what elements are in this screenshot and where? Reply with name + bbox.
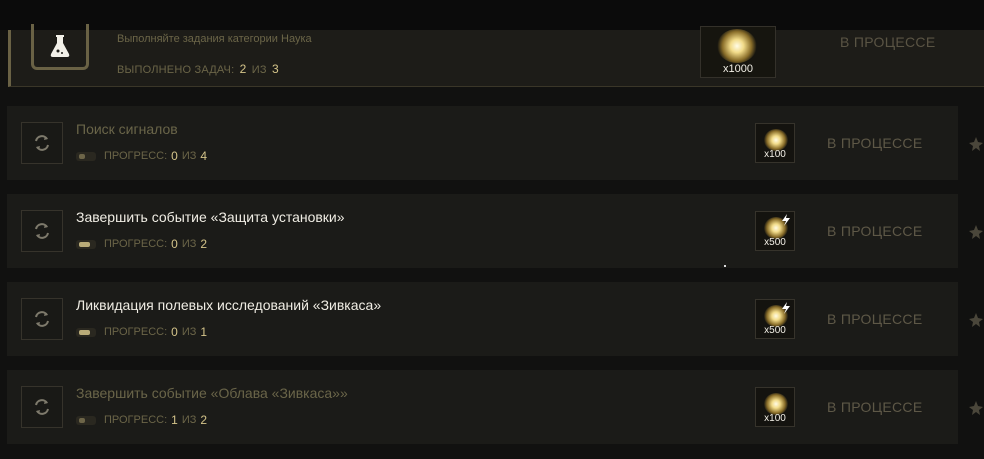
quest-row: Завершить событие «Защита установки» ПРО… bbox=[7, 194, 958, 268]
category-description: Выполняйте задания категории Наука bbox=[117, 33, 312, 45]
refresh-icon bbox=[35, 135, 49, 151]
quest-progress: ПРОГРЕСС: 0 ИЗ 1 bbox=[76, 325, 211, 339]
cursor-dot bbox=[724, 265, 726, 267]
pin-icon[interactable] bbox=[968, 400, 984, 416]
quest-status: В ПРОЦЕССЕ bbox=[827, 223, 923, 239]
quest-title: Завершить событие «Защита установки» bbox=[76, 209, 345, 225]
refresh-icon bbox=[35, 311, 49, 327]
energy-orb-icon bbox=[717, 29, 757, 63]
quest-progress: ПРОГРЕСС: 1 ИЗ 2 bbox=[76, 413, 211, 427]
refresh-button[interactable] bbox=[21, 386, 63, 428]
flask-icon bbox=[31, 24, 89, 70]
divider bbox=[775, 26, 776, 78]
refresh-icon bbox=[35, 399, 49, 415]
pin-icon[interactable] bbox=[968, 136, 984, 152]
pin-icon[interactable] bbox=[968, 312, 984, 328]
energy-orb-icon bbox=[764, 393, 788, 415]
category-status: В ПРОЦЕССЕ bbox=[840, 34, 936, 50]
progress-pill-icon bbox=[76, 415, 96, 425]
quest-status: В ПРОЦЕССЕ bbox=[827, 399, 923, 415]
quest-reward[interactable]: x100 bbox=[755, 387, 795, 427]
bolt-icon bbox=[782, 214, 790, 226]
category-card: Выполняйте задания категории Наука ВЫПОЛ… bbox=[8, 24, 984, 87]
quest-status: В ПРОЦЕССЕ bbox=[827, 135, 923, 151]
pin-icon[interactable] bbox=[968, 224, 984, 240]
category-reward[interactable]: x1000 bbox=[700, 26, 776, 78]
progress-pill-icon bbox=[76, 239, 96, 249]
progress-pill-icon bbox=[76, 151, 96, 161]
quest-title: Завершить событие «Облава «Зивкаса»» bbox=[76, 385, 348, 401]
quest-row: Поиск сигналов ПРОГРЕСС: 0 ИЗ 4 x100 В П… bbox=[7, 106, 958, 180]
energy-orb-icon bbox=[764, 129, 788, 151]
quest-reward[interactable]: x100 bbox=[755, 123, 795, 163]
quest-row: Ликвидация полевых исследований «Зивкаса… bbox=[7, 282, 958, 356]
bolt-icon bbox=[782, 302, 790, 314]
top-bar bbox=[0, 0, 984, 30]
refresh-button[interactable] bbox=[21, 210, 63, 252]
quest-reward[interactable]: x500 bbox=[755, 299, 795, 339]
quest-row: Завершить событие «Облава «Зивкаса»» ПРО… bbox=[7, 370, 958, 444]
quest-reward[interactable]: x500 bbox=[755, 211, 795, 251]
progress-pill-icon bbox=[76, 327, 96, 337]
quest-title: Поиск сигналов bbox=[76, 121, 178, 137]
quest-status: В ПРОЦЕССЕ bbox=[827, 311, 923, 327]
refresh-button[interactable] bbox=[21, 298, 63, 340]
refresh-icon bbox=[35, 223, 49, 239]
quest-title: Ликвидация полевых исследований «Зивкаса… bbox=[76, 297, 382, 313]
quest-progress: ПРОГРЕСС: 0 ИЗ 2 bbox=[76, 237, 211, 251]
refresh-button[interactable] bbox=[21, 122, 63, 164]
category-completed-count: ВЫПОЛНЕНО ЗАДАЧ: 2 ИЗ 3 bbox=[117, 62, 279, 76]
quest-progress: ПРОГРЕСС: 0 ИЗ 4 bbox=[76, 149, 211, 163]
